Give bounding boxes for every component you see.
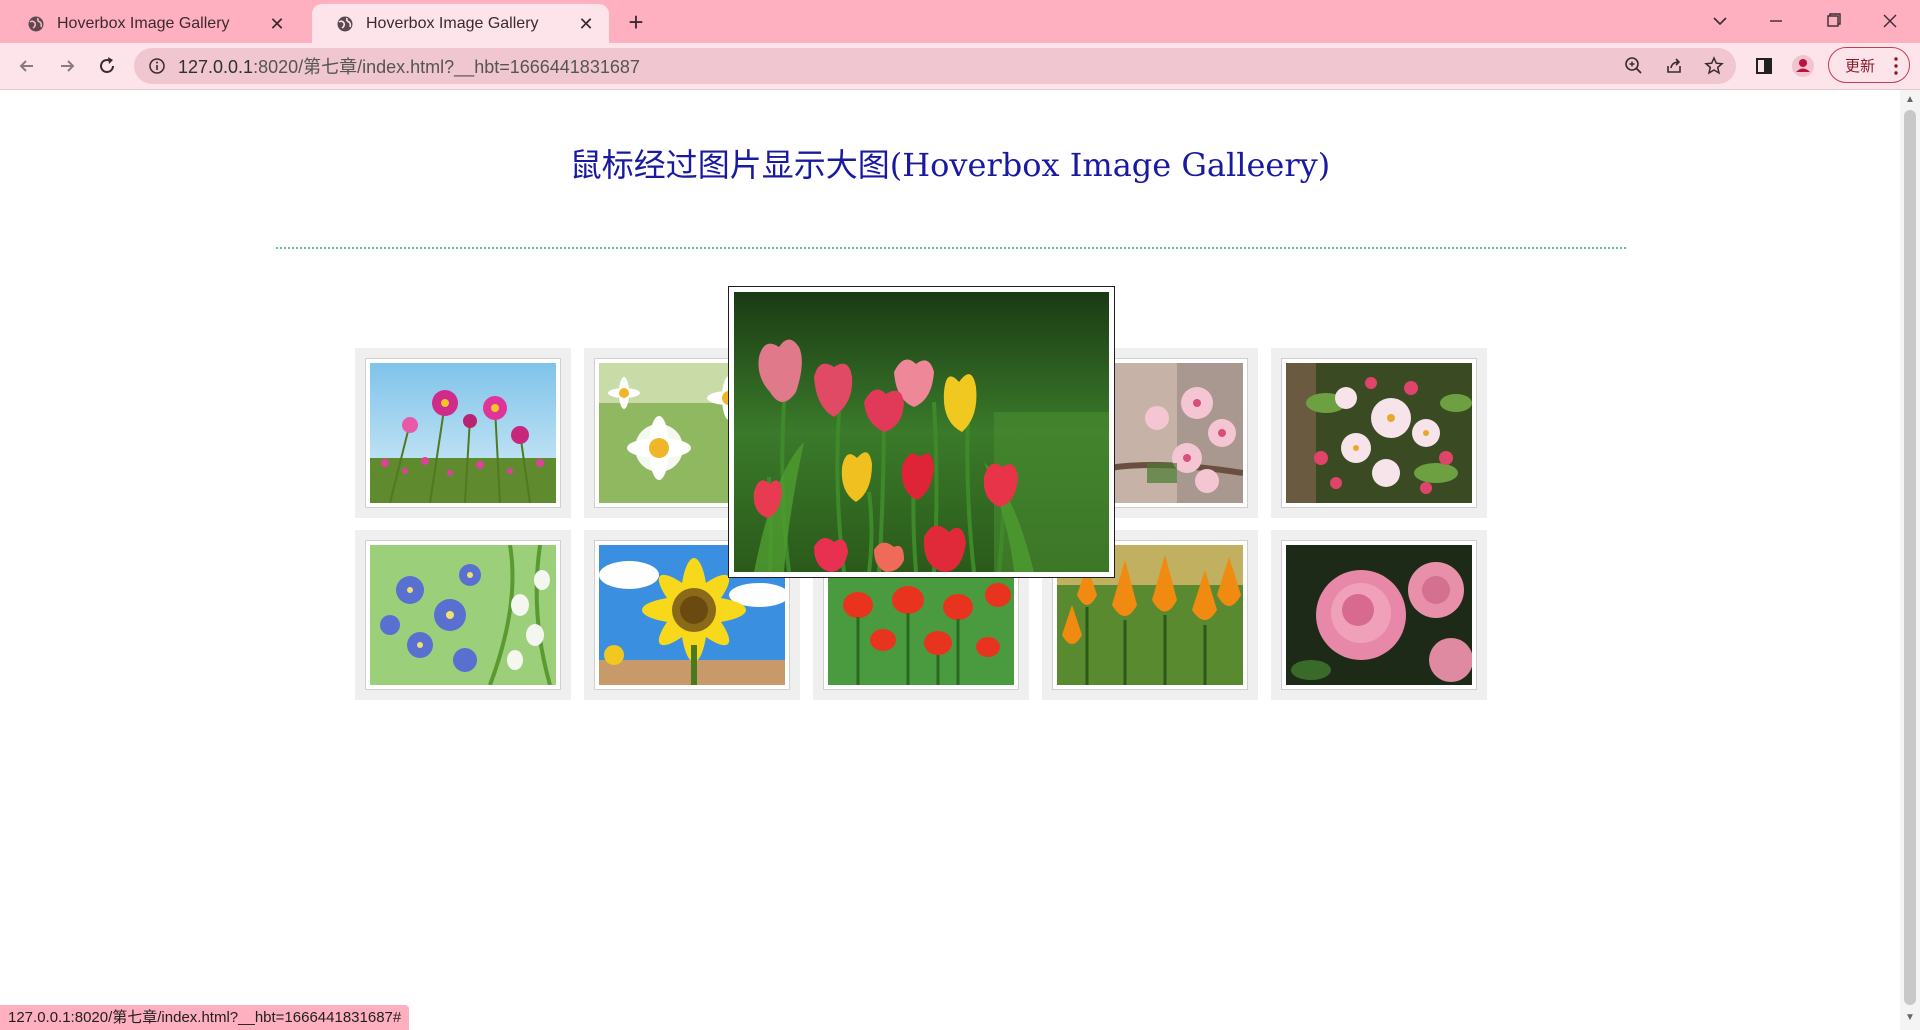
thumb-frame (365, 358, 561, 508)
gallery-item-apple-blossom[interactable] (1271, 348, 1487, 518)
new-tab-button[interactable]: + (622, 9, 650, 37)
reload-icon[interactable] (93, 52, 121, 80)
thumb-frame (365, 540, 561, 690)
gallery-item-forget-me-not[interactable] (355, 530, 571, 700)
update-label: 更新 (1845, 57, 1876, 75)
tab-2[interactable]: Hoverbox Image Gallery ✕ (312, 4, 609, 43)
dotted-divider (276, 247, 1626, 249)
address-bar[interactable]: 127.0.0.1:8020/第七章/index.html?__hbt=1666… (134, 48, 1736, 84)
thumb-frame (1281, 358, 1477, 508)
forget-me-not-image (370, 545, 556, 685)
status-bar-link: 127.0.0.1:8020/第七章/index.html?__hbt=1666… (0, 1005, 410, 1030)
share-icon[interactable] (1660, 52, 1688, 80)
gallery-item-pink-rose[interactable] (1271, 530, 1487, 700)
minimize-icon[interactable] (1761, 8, 1791, 34)
menu-dots-icon (1894, 57, 1898, 75)
url-host: 127.0.0.1 (178, 57, 254, 77)
info-icon[interactable] (148, 57, 166, 75)
bookmark-star-icon[interactable] (1700, 52, 1728, 80)
scroll-down-icon[interactable]: ▼ (1904, 1012, 1916, 1024)
forward-arrow-icon[interactable] (53, 52, 81, 80)
globe-icon (337, 16, 353, 31)
tab-title: Hoverbox Image Gallery (57, 14, 230, 32)
tab-search-icon[interactable] (1705, 8, 1735, 34)
restore-icon[interactable] (1818, 8, 1848, 34)
url-text[interactable]: 127.0.0.1:8020/第七章/index.html?__hbt=1666… (178, 53, 640, 79)
tulips-enlarged-image (734, 292, 1109, 572)
close-icon[interactable]: ✕ (268, 15, 286, 33)
cosmos-flower-image (370, 363, 556, 503)
page-title: 鼠标经过图片显示大图(Hoverbox Image Galleery) (569, 146, 1331, 184)
vertical-scrollbar[interactable]: ▲ ▼ (1900, 90, 1920, 1030)
profile-avatar-icon[interactable] (1789, 52, 1817, 80)
zoom-icon[interactable] (1620, 52, 1648, 80)
url-path: :8020/第七章/index.html?__hbt=1666441831687 (253, 57, 640, 77)
thumb-frame (1281, 540, 1477, 690)
apple-blossom-image (1286, 363, 1472, 503)
back-arrow-icon[interactable] (13, 52, 41, 80)
toolbar: 127.0.0.1:8020/第七章/index.html?__hbt=1666… (0, 43, 1920, 90)
tab-title: Hoverbox Image Gallery (366, 14, 539, 32)
close-icon[interactable]: ✕ (577, 15, 595, 33)
tab-1[interactable]: Hoverbox Image Gallery ✕ (3, 4, 300, 43)
update-button[interactable]: 更新 (1828, 47, 1910, 83)
scrollbar-thumb[interactable] (1904, 110, 1916, 1005)
gallery-item-cosmos[interactable] (355, 348, 571, 518)
scroll-up-icon[interactable]: ▲ (1904, 94, 1916, 106)
window-close-icon[interactable] (1875, 8, 1905, 34)
pink-rose-image (1286, 545, 1472, 685)
globe-icon (28, 16, 44, 31)
side-panel-icon[interactable] (1750, 52, 1778, 80)
tab-strip: Hoverbox Image Gallery ✕ Hoverbox Image … (0, 0, 1920, 43)
hover-enlarged-preview (728, 286, 1115, 578)
